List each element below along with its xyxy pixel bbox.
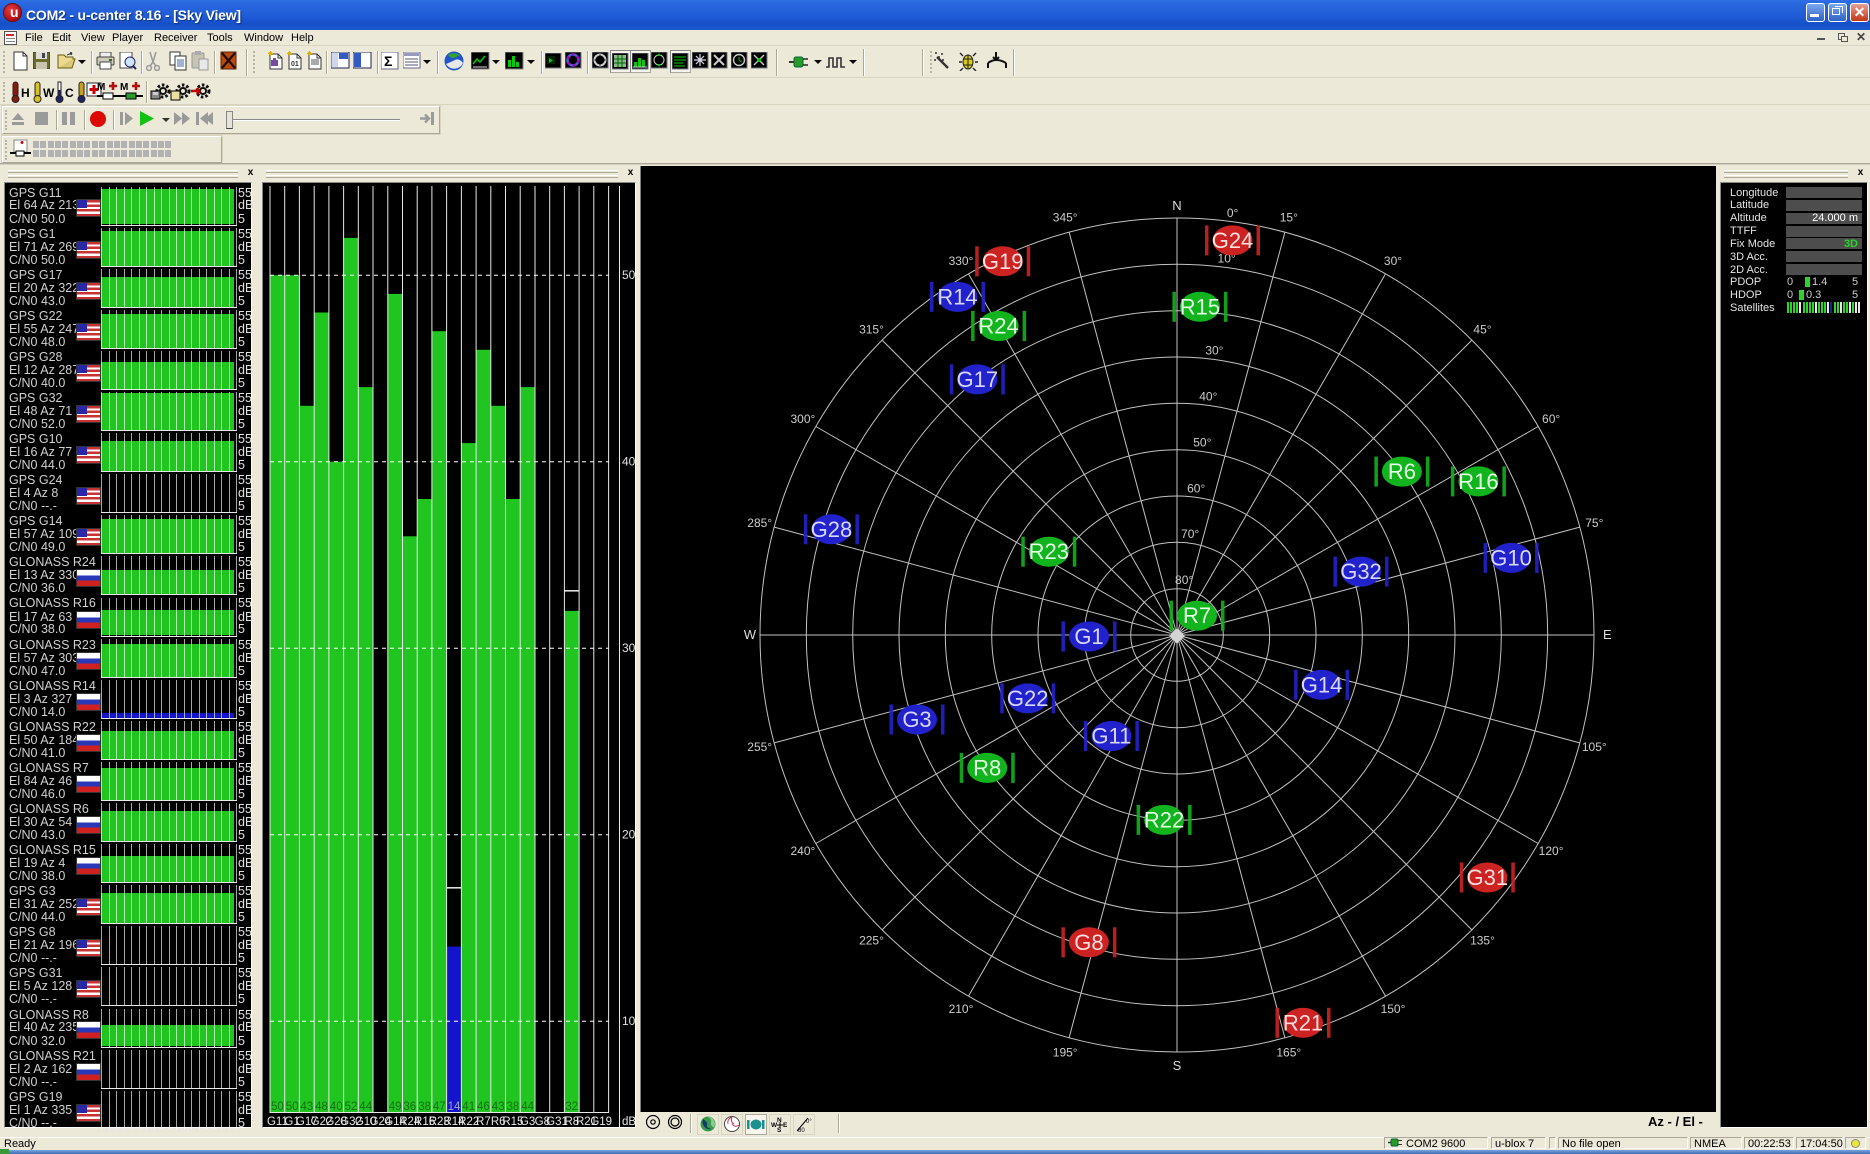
svg-text:225°: 225° xyxy=(859,934,884,948)
svg-text:G19: G19 xyxy=(982,249,1024,274)
svg-text:G3: G3 xyxy=(520,1116,535,1127)
svg-text:52: 52 xyxy=(345,1101,358,1113)
svg-text:43: 43 xyxy=(492,1101,505,1113)
svg-text:30°: 30° xyxy=(1205,344,1223,358)
svg-text:135°: 135° xyxy=(1470,934,1495,948)
svg-text:41: 41 xyxy=(462,1101,475,1113)
svg-text:G3: G3 xyxy=(902,707,931,732)
svg-text:R7: R7 xyxy=(1183,603,1211,628)
svg-text:48: 48 xyxy=(315,1101,328,1113)
svg-text:G1: G1 xyxy=(1074,624,1103,649)
svg-text:M: M xyxy=(120,82,128,93)
svg-text:38: 38 xyxy=(507,1101,520,1113)
svg-text:dB: dB xyxy=(622,1116,635,1127)
svg-text:G14: G14 xyxy=(1301,672,1343,697)
svg-text:R24: R24 xyxy=(978,314,1018,339)
svg-text:80°: 80° xyxy=(1175,573,1193,587)
svg-text:45°: 45° xyxy=(1473,323,1491,337)
svg-text:R6: R6 xyxy=(1388,459,1416,484)
svg-text:15°: 15° xyxy=(1280,211,1298,225)
svg-text:60°: 60° xyxy=(1542,412,1560,426)
svg-text:0°: 0° xyxy=(1227,206,1239,220)
svg-text:G17: G17 xyxy=(957,367,999,392)
svg-text:44: 44 xyxy=(521,1101,534,1113)
svg-text:Σ: Σ xyxy=(384,53,392,69)
svg-text:G11: G11 xyxy=(1091,724,1131,749)
svg-text:R23: R23 xyxy=(1029,539,1069,564)
svg-text:G10: G10 xyxy=(1490,545,1532,570)
svg-text:120°: 120° xyxy=(1539,844,1564,858)
svg-text:G28: G28 xyxy=(811,517,853,542)
svg-text:14: 14 xyxy=(448,1101,461,1113)
svg-text:46: 46 xyxy=(477,1101,490,1113)
svg-text:R7: R7 xyxy=(476,1116,491,1127)
svg-text:G22: G22 xyxy=(1007,686,1049,711)
svg-text:E: E xyxy=(783,1122,788,1129)
svg-text:G19: G19 xyxy=(590,1116,612,1127)
svg-text:0°: 0° xyxy=(806,1119,812,1125)
svg-text:G8: G8 xyxy=(1074,930,1103,955)
svg-text:10: 10 xyxy=(622,1014,635,1028)
svg-text:E: E xyxy=(1603,627,1612,642)
svg-text:49: 49 xyxy=(389,1101,402,1113)
svg-text:50: 50 xyxy=(622,268,635,282)
svg-text:R14: R14 xyxy=(937,284,977,309)
svg-text:40°: 40° xyxy=(1199,389,1217,403)
svg-text:R8: R8 xyxy=(973,755,1001,780)
svg-text:C: C xyxy=(65,86,74,100)
svg-text:G24: G24 xyxy=(1212,228,1254,253)
svg-text:30: 30 xyxy=(622,641,635,655)
svg-text:50: 50 xyxy=(271,1101,284,1113)
svg-text:210°: 210° xyxy=(949,1002,974,1016)
svg-text:50: 50 xyxy=(286,1101,299,1113)
svg-text:80: 80 xyxy=(798,1128,805,1134)
svg-text:W: W xyxy=(744,627,757,642)
svg-text:75°: 75° xyxy=(1585,516,1603,530)
svg-text:R16: R16 xyxy=(1458,469,1498,494)
svg-text:R15: R15 xyxy=(1180,294,1220,319)
svg-text:H: H xyxy=(21,86,30,100)
svg-text:345°: 345° xyxy=(1053,211,1078,225)
svg-text:330°: 330° xyxy=(949,254,974,268)
svg-text:70°: 70° xyxy=(1181,527,1199,541)
svg-text:40: 40 xyxy=(330,1101,343,1113)
svg-text:38: 38 xyxy=(418,1101,431,1113)
svg-text:47: 47 xyxy=(433,1101,446,1113)
svg-text:S: S xyxy=(1173,1058,1182,1073)
svg-text:105°: 105° xyxy=(1582,740,1607,754)
svg-text:G31: G31 xyxy=(1467,865,1509,890)
svg-text:285°: 285° xyxy=(747,516,772,530)
svg-text:43: 43 xyxy=(300,1101,313,1113)
svg-text:50°: 50° xyxy=(1193,435,1211,449)
svg-text:255°: 255° xyxy=(747,740,772,754)
svg-text:R22: R22 xyxy=(1144,807,1184,832)
svg-text:20: 20 xyxy=(622,828,635,842)
svg-text:01: 01 xyxy=(291,61,299,68)
svg-text:N: N xyxy=(1172,198,1181,213)
svg-text:240°: 240° xyxy=(790,844,815,858)
svg-text:G32: G32 xyxy=(1340,559,1382,584)
svg-text:165°: 165° xyxy=(1276,1045,1301,1059)
svg-text:60°: 60° xyxy=(1187,481,1205,495)
svg-text:150°: 150° xyxy=(1381,1002,1406,1016)
svg-text:M: M xyxy=(97,82,105,93)
svg-text:R21: R21 xyxy=(1283,1010,1323,1035)
svg-text:40: 40 xyxy=(622,455,635,469)
svg-text:44: 44 xyxy=(359,1101,372,1113)
svg-text:30°: 30° xyxy=(1384,254,1402,268)
svg-text:315°: 315° xyxy=(859,323,884,337)
svg-text:300°: 300° xyxy=(790,412,815,426)
svg-text:195°: 195° xyxy=(1053,1045,1078,1059)
svg-text:S: S xyxy=(777,1127,782,1134)
svg-text:36: 36 xyxy=(403,1101,416,1113)
svg-text:32: 32 xyxy=(565,1101,578,1113)
